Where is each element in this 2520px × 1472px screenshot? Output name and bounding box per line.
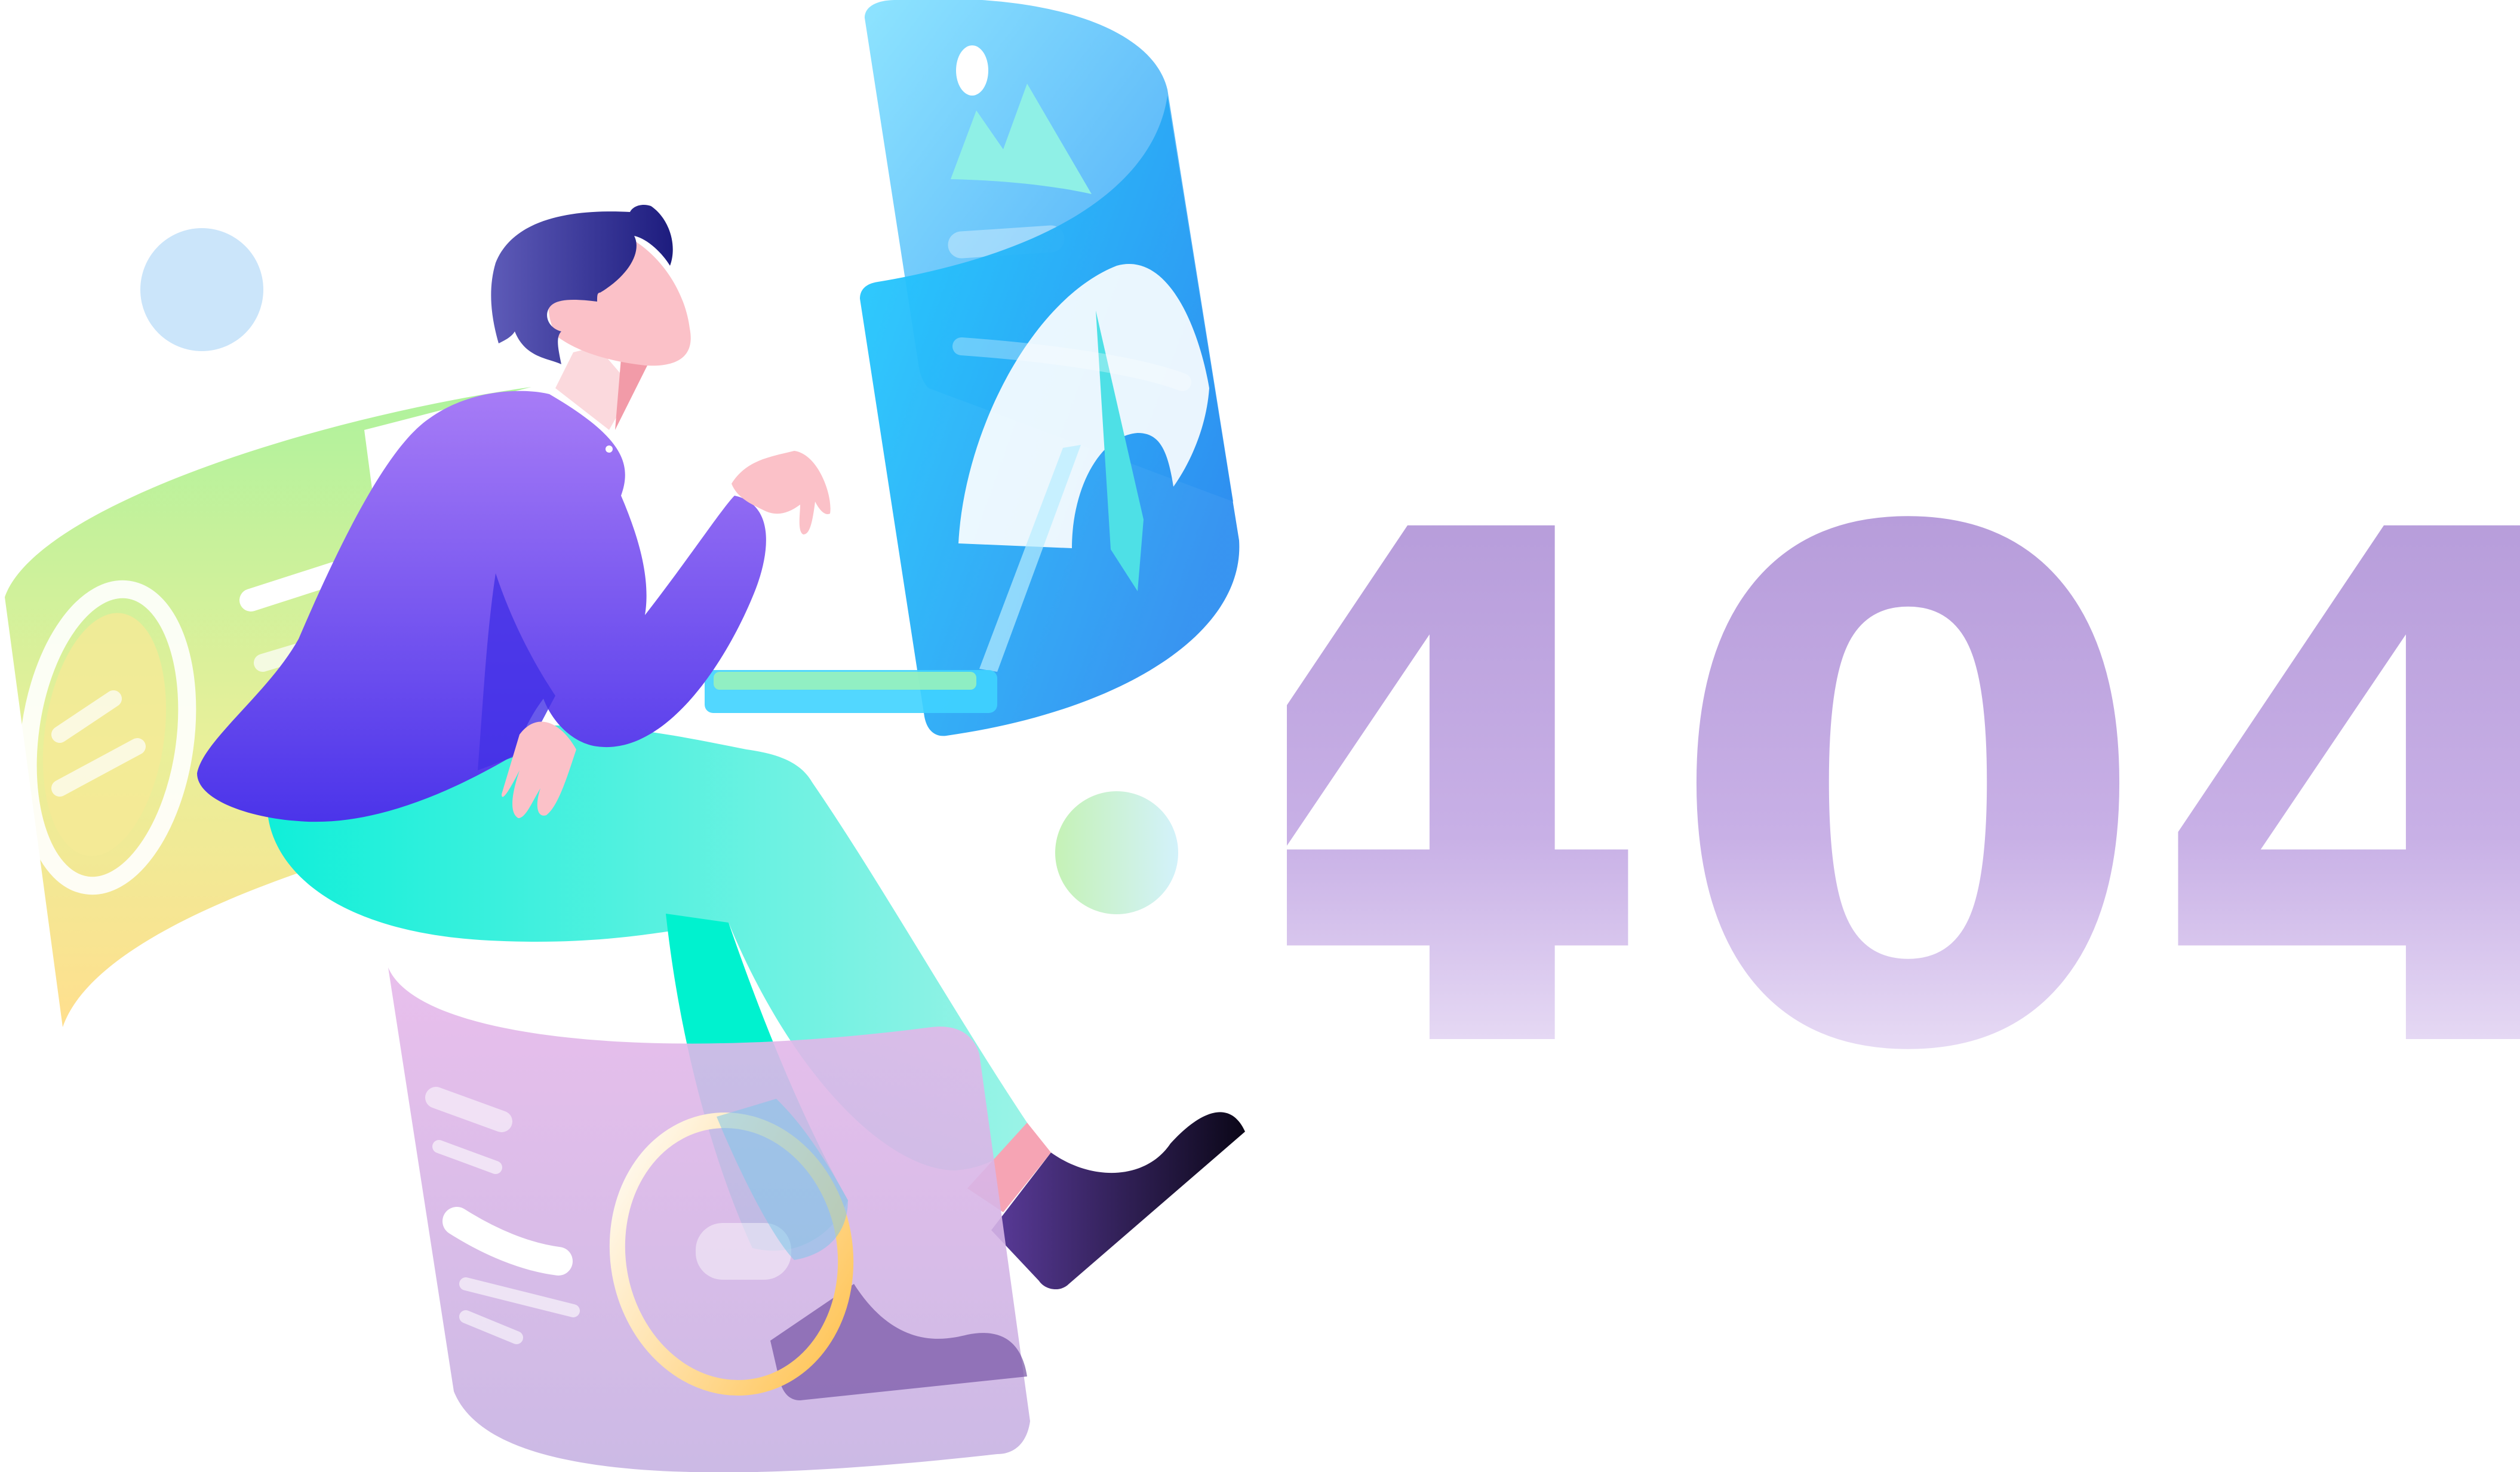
error-digit-3: 4 [2146,466,2520,1063]
error-digit-1: 4 [1287,466,1661,1063]
error-digit-2: 0 [1662,466,2153,1063]
sun-icon [956,45,988,96]
green-dot-decoration [1055,791,1178,914]
error-code-404: 4 0 4 [1287,466,2520,1063]
error-404-page: 4 0 4 [0,0,2520,1472]
blue-dot-decoration [140,228,263,351]
